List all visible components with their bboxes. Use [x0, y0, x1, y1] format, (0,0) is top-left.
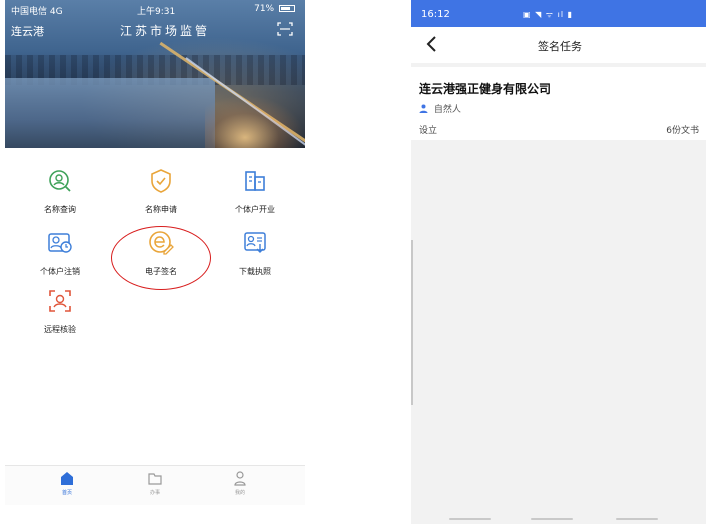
status-bar: 16:12 ▣ ◥ ᯤ ıl ▮: [411, 0, 706, 27]
menu-label: 名称申请: [145, 205, 177, 214]
menu-label: 下载执照: [239, 267, 271, 276]
menu-label: 个体户开业: [235, 205, 275, 214]
right-phone-screen: 16:12 ▣ ◥ ᯤ ıl ▮ 签名任务 连云港强正健身有限公司 自然人 设立…: [411, 0, 706, 524]
city-selector[interactable]: 连云港: [11, 23, 44, 39]
bottom-gesture-bar: [411, 518, 706, 521]
task-type: 设立: [419, 126, 438, 136]
license-download-icon: [244, 232, 266, 253]
menu-label: 名称查询: [44, 205, 76, 214]
face-frame-icon: [49, 290, 71, 312]
status-bar: 中国电信 4G 上午9:31 71%: [5, 0, 305, 18]
left-phone-screen: 中国电信 4G 上午9:31 71% 连云港 江苏市场监管 名称查询 名称申请 …: [5, 0, 305, 520]
app-header: 连云港 江苏市场监管: [5, 20, 305, 40]
folder-icon: [148, 473, 162, 485]
tab-home[interactable]: 首页: [42, 470, 92, 496]
home-icon: [61, 472, 73, 485]
app-title: 江苏市场监管: [120, 24, 211, 38]
menu-item-remote-verify[interactable]: 远程核验: [10, 288, 110, 348]
scrollbar[interactable]: [411, 240, 413, 405]
signer-type: 自然人: [419, 102, 461, 115]
carrier-label: 中国电信 4G: [11, 7, 63, 17]
nav-bar: 签名任务: [411, 27, 706, 63]
status-time: 上午9:31: [137, 7, 176, 17]
signer-type-label: 自然人: [433, 105, 461, 115]
menu-label: 个体户注销: [40, 267, 80, 276]
menu-item-download-license[interactable]: 下载执照: [205, 230, 305, 290]
sign-task-card[interactable]: 连云港强正健身有限公司 自然人 设立 6份文书: [411, 67, 706, 140]
person-clock-icon: [48, 233, 72, 253]
person-icon: [419, 104, 428, 113]
tab-services[interactable]: 办事: [130, 470, 180, 496]
company-name: 连云港强正健身有限公司: [419, 82, 552, 96]
tab-label: 首页: [61, 490, 72, 496]
document-count: 6份文书: [666, 126, 699, 136]
menu-item-business-open[interactable]: 个体户开业: [205, 168, 305, 228]
menu-item-business-cancel[interactable]: 个体户注销: [10, 230, 110, 290]
battery-percent: 71%: [254, 4, 275, 14]
status-icons: ▣ ◥ ᯤ ıl ▮: [523, 10, 574, 19]
tab-mine[interactable]: 我的: [215, 470, 265, 496]
highlight-annotation: [111, 226, 211, 290]
bottom-tab-bar: 首页 办事 我的: [5, 465, 305, 505]
user-icon: [234, 471, 246, 486]
tab-label: 办事: [149, 490, 160, 496]
battery-indicator: 71%: [254, 4, 295, 14]
battery-icon: [279, 5, 295, 12]
menu-item-name-query[interactable]: 名称查询: [10, 168, 110, 228]
tab-label: 我的: [234, 490, 245, 496]
building-icon: [245, 171, 265, 191]
scan-icon[interactable]: [277, 21, 293, 37]
status-time: 16:12: [421, 9, 450, 20]
page-title: 签名任务: [538, 40, 582, 53]
menu-label: 远程核验: [44, 325, 76, 334]
face-search-icon: [49, 170, 71, 192]
menu-item-name-apply[interactable]: 名称申请: [111, 168, 211, 228]
shield-check-icon: [151, 169, 171, 193]
